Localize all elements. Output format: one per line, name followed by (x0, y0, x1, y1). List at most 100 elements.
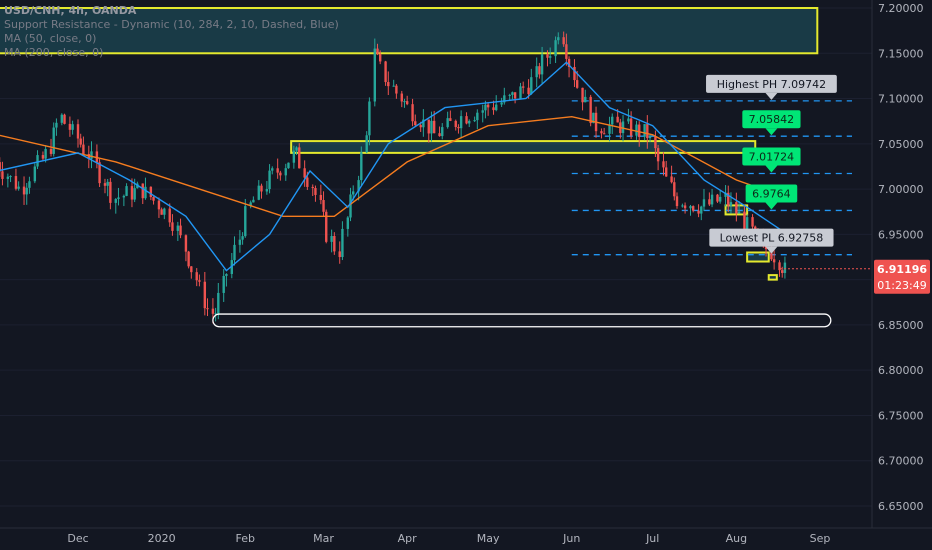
candle-body (648, 136, 652, 139)
candle-body (611, 116, 614, 125)
candle-body (82, 144, 85, 155)
candle-body (149, 186, 153, 198)
level-label-pointer (765, 128, 778, 136)
candle-body (400, 93, 403, 102)
price-tick-label: 6.80000 (878, 364, 924, 377)
level-label-text: 7.05842 (749, 113, 795, 126)
candle-body (306, 177, 309, 187)
candle-body (244, 206, 247, 237)
candle-body (179, 225, 182, 236)
candle-body (206, 308, 209, 310)
candle-body (438, 133, 441, 137)
candle-body (79, 138, 82, 145)
candle-body (171, 222, 174, 231)
candle-body (276, 168, 279, 173)
time-tick-label: 2020 (148, 532, 176, 545)
price-tick-label: 6.75000 (878, 409, 924, 422)
candle-body (513, 92, 517, 99)
candle-body (360, 152, 363, 181)
last-price-label: 6.91196 (877, 263, 927, 276)
time-tick-label: Mar (313, 532, 334, 545)
candle-body (257, 185, 260, 200)
candle-body (133, 188, 136, 200)
candle-body (287, 162, 290, 169)
candle-body (260, 185, 263, 192)
candle-body (292, 150, 296, 163)
price-tick-label: 7.20000 (878, 2, 924, 15)
candle-body (405, 101, 409, 105)
candle-body (697, 210, 700, 214)
candle-body (225, 273, 228, 276)
candle-body (446, 118, 449, 128)
candle-body (557, 37, 560, 41)
candle-body (298, 147, 301, 169)
candle-body (106, 181, 109, 186)
price-tick-label: 7.10000 (878, 93, 924, 106)
candle-body (71, 124, 74, 130)
candle-body (130, 186, 134, 200)
candle-body (319, 194, 323, 201)
candle-body (473, 120, 476, 122)
candle-body (187, 251, 190, 267)
price-tick-label: 6.70000 (878, 455, 924, 468)
candle-body (527, 87, 530, 95)
candle-body (670, 176, 673, 183)
candle-body (198, 280, 201, 282)
candle-body (581, 87, 584, 103)
candle-body (90, 151, 93, 159)
level-label-pointer (765, 165, 778, 173)
candle-body (33, 166, 37, 182)
candle-body (144, 186, 147, 199)
candle-body (157, 200, 161, 210)
candle-body (76, 124, 80, 139)
candle-body (233, 244, 236, 261)
candle-body (195, 272, 198, 281)
candle-body (522, 86, 525, 88)
candle-body (540, 54, 544, 75)
candle-body (716, 194, 719, 202)
candle-body (103, 183, 107, 186)
level-label: Highest PH 7.09742 (706, 74, 837, 100)
candle-body (656, 148, 660, 162)
candle-body (49, 148, 53, 154)
candle-body (176, 225, 180, 231)
candle-body (114, 199, 117, 203)
candle-body (589, 96, 592, 124)
candle-body (384, 61, 387, 83)
candle-body (430, 120, 433, 134)
candle-body (41, 155, 45, 159)
candle-body (395, 85, 398, 94)
candle-body (44, 148, 47, 159)
candle-body (441, 127, 444, 137)
candle-body (702, 199, 706, 207)
candle-body (373, 48, 376, 102)
candle-body (457, 127, 460, 129)
candle-body (14, 176, 18, 189)
candle-body (584, 96, 587, 103)
price-chart[interactable]: Highest PH 7.09742 7.05842 7.01724 6.9764 Lo… (0, 0, 932, 550)
candle-body (689, 206, 692, 209)
candle-body (184, 235, 188, 252)
candle-body (735, 202, 738, 214)
level-label-text: 6.9764 (752, 187, 791, 200)
level-label-text: Highest PH 7.09742 (717, 78, 826, 91)
candle-body (403, 101, 406, 103)
candle-body (117, 197, 120, 200)
candle-body (279, 172, 282, 176)
candle-body (565, 44, 568, 59)
time-tick-label: Jun (562, 532, 580, 545)
candle-body (368, 101, 371, 136)
candle-body (387, 82, 390, 87)
candle-body (352, 191, 355, 195)
candle-body (211, 308, 215, 314)
candle-body (538, 66, 541, 75)
candle-body (392, 85, 395, 87)
candle-body (217, 292, 220, 314)
candle-body (673, 182, 676, 197)
candle-body (449, 118, 452, 121)
level-label-pointer (765, 202, 778, 210)
price-tick-label: 7.00000 (878, 183, 924, 196)
candle-body (252, 199, 255, 203)
candle-body (60, 114, 64, 123)
candle-body (781, 270, 784, 273)
